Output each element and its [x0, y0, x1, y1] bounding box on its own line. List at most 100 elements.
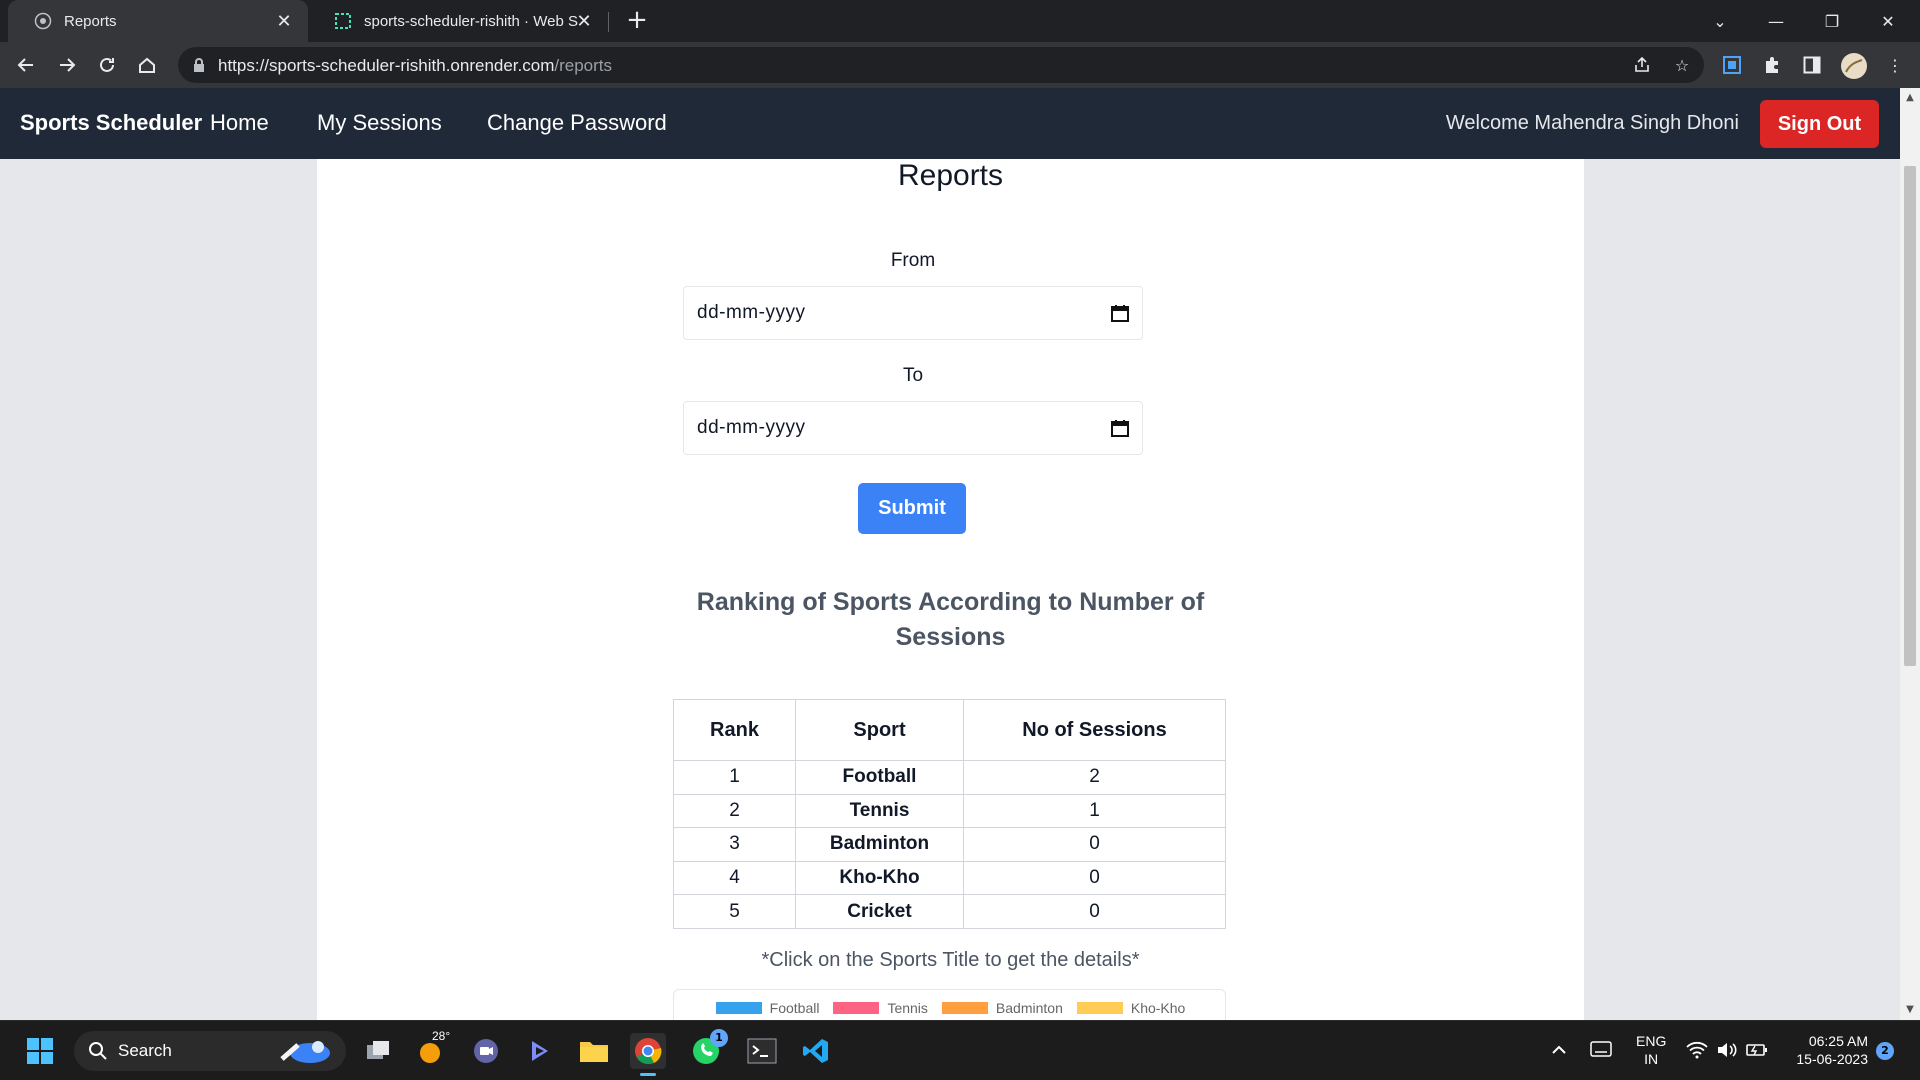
battery-icon[interactable] [1746, 1041, 1768, 1064]
file-explorer-icon[interactable] [576, 1033, 612, 1069]
forward-icon[interactable] [53, 51, 81, 79]
calendar-icon[interactable] [1110, 303, 1130, 323]
url-path: /reports [554, 56, 613, 75]
sport-link[interactable]: Football [795, 760, 964, 795]
clock-date: 15-06-2023 [1796, 1051, 1868, 1067]
url-text: https://sports-scheduler-rishith.onrende… [218, 56, 612, 76]
clock[interactable]: 06:25 AM 15-06-2023 [1784, 1032, 1868, 1068]
legend-item-football[interactable]: Football [715, 1000, 820, 1016]
table-header-row: Rank Sport No of Sessions [673, 699, 1226, 761]
clock-time: 06:25 AM [1808, 1033, 1868, 1049]
submit-button[interactable]: Submit [858, 483, 966, 534]
legend-item-tennis[interactable]: Tennis [833, 1000, 928, 1016]
ranking-table: Rank Sport No of Sessions 1 Football 2 2… [673, 699, 1226, 929]
globe-icon [34, 12, 52, 30]
lock-icon[interactable] [192, 57, 208, 73]
sport-link[interactable]: Cricket [795, 894, 964, 929]
sessions-cell: 0 [963, 827, 1226, 862]
whatsapp-icon[interactable]: 1 [688, 1029, 728, 1069]
language-indicator[interactable]: ENG IN [1636, 1032, 1666, 1068]
legend-item-kho-kho[interactable]: Kho-Kho [1076, 1000, 1186, 1016]
legend-label: Tennis [887, 1000, 928, 1016]
close-tab-icon[interactable]: ✕ [274, 11, 294, 31]
screenshot-extension-icon[interactable] [1721, 54, 1743, 76]
scroll-up-arrow-icon[interactable]: ▲ [1900, 88, 1920, 108]
sport-link[interactable]: Badminton [795, 827, 964, 862]
sign-out-button[interactable]: Sign Out [1760, 100, 1879, 148]
calendar-icon[interactable] [1110, 418, 1130, 438]
details-hint: *Click on the Sports Title to get the de… [761, 949, 1140, 971]
back-icon[interactable] [12, 51, 40, 79]
share-icon[interactable] [1632, 55, 1652, 75]
notification-badge[interactable]: 2 [1876, 1042, 1894, 1060]
to-date-input[interactable]: dd-mm-yyyy [683, 401, 1143, 455]
scroll-thumb[interactable] [1904, 166, 1916, 666]
minimize-icon[interactable]: — [1752, 0, 1800, 42]
reload-icon[interactable] [93, 51, 121, 79]
terminal-icon[interactable] [744, 1033, 780, 1069]
profile-avatar[interactable] [1840, 52, 1868, 80]
restore-icon[interactable]: ❐ [1808, 0, 1856, 42]
copilot-icon[interactable] [522, 1033, 558, 1069]
to-date-placeholder: dd-mm-yyyy [697, 417, 806, 438]
tab-reports[interactable]: Reports ✕ [8, 0, 308, 42]
nav-my-sessions[interactable]: My Sessions [317, 110, 442, 136]
legend-item-badminton[interactable]: Badminton [941, 1000, 1063, 1016]
whatsapp-badge: 1 [710, 1029, 728, 1047]
wifi-icon[interactable] [1686, 1041, 1708, 1064]
close-window-icon[interactable]: ✕ [1864, 0, 1912, 42]
table-row: 5 Cricket 0 [673, 894, 1226, 929]
tab-webservice[interactable]: sports-scheduler-rishith · Web S ✕ [308, 0, 608, 42]
page-viewport: Reports From dd-mm-yyyy To dd-mm-yyyy Su… [0, 159, 1900, 1020]
chrome-menu-icon[interactable]: ⋮ [1884, 54, 1906, 76]
page-title: Reports [897, 159, 1004, 192]
table-row: 1 Football 2 [673, 760, 1226, 795]
windows-taskbar: Search 28° 1 ENG IN 06:25 AM 15-06-2023 … [0, 1020, 1920, 1080]
lang-region: IN [1644, 1051, 1659, 1067]
legend-label: Kho-Kho [1130, 1000, 1186, 1016]
close-tab-icon[interactable]: ✕ [574, 11, 594, 31]
active-app-indicator [640, 1073, 656, 1076]
home-icon[interactable] [133, 51, 161, 79]
nav-home[interactable]: Home [210, 110, 269, 136]
from-label: From [890, 250, 936, 271]
weather-temp: 28° [432, 1029, 451, 1043]
legend-swatch [1076, 1002, 1123, 1014]
taskbar-search[interactable]: Search [74, 1031, 346, 1071]
welcome-text: Welcome Mahendra Singh Dhoni [1445, 112, 1739, 134]
brand-logo[interactable]: Sports Scheduler [20, 110, 202, 136]
from-date-placeholder: dd-mm-yyyy [697, 302, 806, 323]
bookmark-star-icon[interactable]: ☆ [1672, 55, 1692, 75]
new-tab-icon[interactable]: + [624, 7, 650, 34]
address-bar[interactable]: https://sports-scheduler-rishith.onrende… [178, 47, 1704, 83]
show-hidden-icons-icon[interactable] [1550, 1041, 1568, 1064]
tab-divider [608, 12, 609, 32]
sport-link[interactable]: Tennis [795, 793, 964, 829]
side-panel-icon[interactable] [1801, 54, 1823, 76]
legend-swatch [833, 1002, 880, 1014]
keyboard-icon[interactable] [1590, 1041, 1612, 1062]
legend-label: Badminton [995, 1000, 1063, 1016]
chrome-icon[interactable] [630, 1033, 666, 1076]
nav-change-password[interactable]: Change Password [487, 110, 667, 136]
rank-cell: 4 [673, 860, 796, 896]
to-label: To [902, 365, 924, 386]
task-view-icon[interactable] [360, 1033, 396, 1069]
legend-label: Football [769, 1000, 820, 1016]
header-rank: Rank [673, 699, 796, 761]
search-highlight-icon [274, 1035, 334, 1071]
windows-start-icon[interactable] [22, 1033, 58, 1069]
weather-widget-icon[interactable]: 28° [414, 1029, 450, 1069]
legend-swatch [941, 1002, 988, 1014]
from-date-input[interactable]: dd-mm-yyyy [683, 286, 1143, 340]
scroll-down-arrow-icon[interactable]: ▼ [1900, 1000, 1920, 1020]
extensions-puzzle-icon[interactable] [1761, 54, 1783, 76]
render-favicon-icon [334, 12, 352, 30]
page-scrollbar[interactable]: ▲ ▼ [1900, 88, 1920, 1020]
teams-chat-icon[interactable] [468, 1033, 504, 1069]
tab-title: Reports [64, 12, 117, 30]
vscode-icon[interactable] [798, 1033, 834, 1069]
sport-link[interactable]: Kho-Kho [795, 860, 964, 896]
volume-icon[interactable] [1716, 1041, 1738, 1064]
tab-search-icon[interactable]: ⌄ [1696, 0, 1744, 42]
